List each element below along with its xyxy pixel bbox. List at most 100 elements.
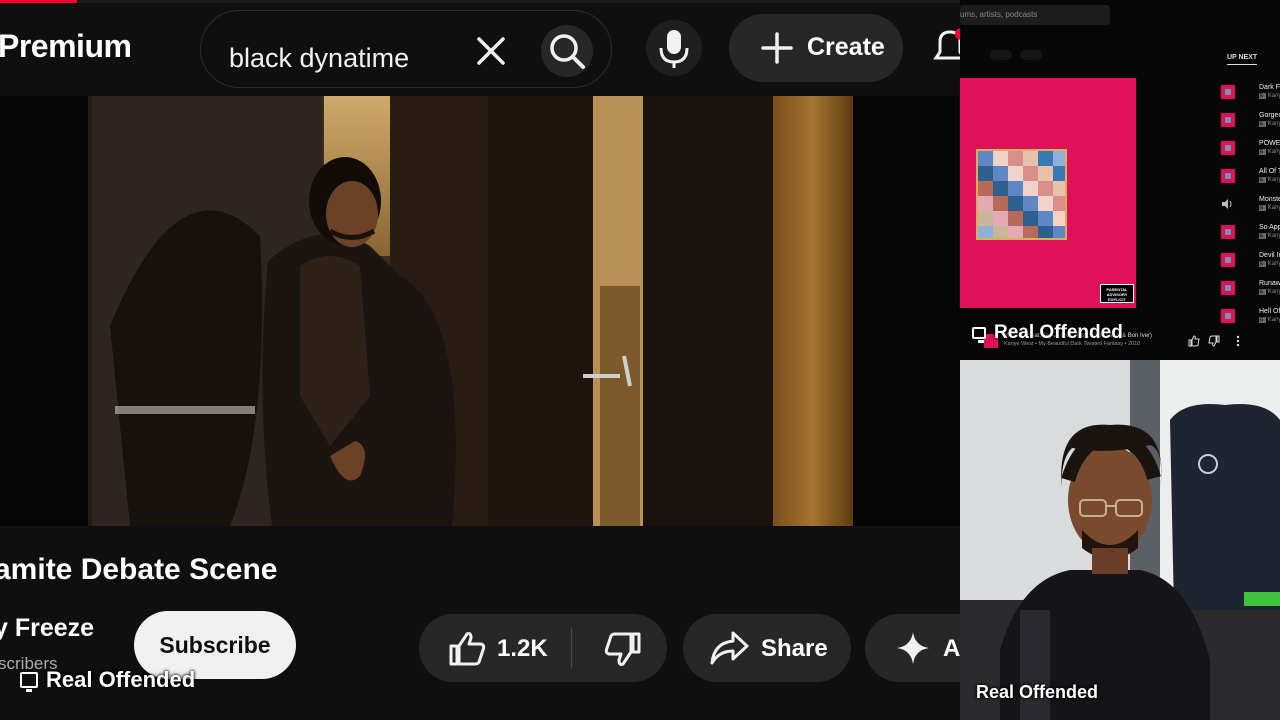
painting-pixel [1023, 151, 1039, 167]
page-load-bar [0, 0, 960, 3]
painting-pixel [1038, 181, 1054, 197]
queue-item-title: So Appalled [1259, 224, 1280, 231]
like-dislike-group: 1.2K [419, 614, 667, 682]
share-label: Share [761, 635, 828, 662]
queue-item-title: POWER [1259, 140, 1280, 147]
like-count: 1.2K [497, 635, 548, 662]
painting-pixel [1053, 196, 1065, 212]
display-icon [972, 327, 986, 343]
filter-chip[interactable] [990, 50, 1013, 60]
queue-thumbnail [1221, 141, 1235, 155]
painting-pixel [1008, 226, 1024, 238]
cam-label: Real Offended [976, 682, 1099, 702]
painting-pixel [1053, 226, 1065, 238]
cam-source-overlay: Real Offended [976, 682, 1098, 703]
queue-thumbnail [1221, 253, 1235, 267]
search-box[interactable]: black dynatime [200, 10, 612, 88]
painting-pixel [1038, 211, 1054, 227]
queue-thumbnail [1221, 281, 1235, 295]
painting-pixel [1053, 151, 1065, 167]
search-input[interactable]: black dynatime [229, 43, 409, 74]
queue-item[interactable]: Gorgeous (f Kanye W [1216, 106, 1280, 134]
queue-item-artist: Kanye W [1259, 261, 1280, 267]
create-button[interactable]: Create [729, 14, 903, 82]
painting-pixel [993, 196, 1009, 212]
painting-pixel [1038, 166, 1054, 182]
youtube-window: Premium black dynatime Create amite Deba… [0, 0, 960, 720]
webcam-feed: Real Offended [960, 360, 1280, 720]
microphone-icon [659, 30, 689, 68]
queue-item[interactable]: Hell Of A Lif Kanye W [1216, 302, 1280, 330]
queue-item-artist: Kanye W [1259, 149, 1280, 155]
thumbs-up-icon[interactable] [1188, 335, 1200, 347]
plus-icon [761, 32, 793, 64]
painting-pixel [978, 181, 994, 197]
share-arrow-icon [710, 631, 749, 665]
webcam-image [960, 360, 1280, 720]
channel-name[interactable]: y Freeze [0, 614, 94, 643]
music-player-window: ums, artists, podcasts PARENTAL ADVISORY E… [960, 0, 1280, 360]
parental-advisory-badge: PARENTAL ADVISORY EXPLICIT [1100, 284, 1134, 303]
more-options-icon[interactable] [1232, 335, 1244, 347]
painting-pixel [993, 181, 1009, 197]
painting-pixel [1008, 211, 1024, 227]
queue-item[interactable]: All Of The L Kanye W [1216, 162, 1280, 190]
queue-item-title: Hell Of A Lif [1259, 308, 1280, 315]
painting-pixel [1053, 166, 1065, 182]
queue-item-artist: Kanye W [1259, 317, 1280, 323]
youtube-source-overlay: Real Offended [20, 667, 195, 693]
video-title: amite Debate Scene [0, 553, 278, 586]
painting-pixel [1053, 181, 1065, 197]
youtube-source-label: Real Offended [46, 667, 196, 692]
painting-pixel [978, 151, 994, 167]
queue-item-title: Devil In A N [1259, 252, 1280, 259]
speaker-icon [1222, 199, 1232, 209]
painting-pixel [1023, 226, 1039, 238]
thumbs-down-icon[interactable] [1208, 335, 1220, 347]
queue-item-artist: Kanye W [1259, 289, 1280, 295]
clear-search-icon[interactable] [471, 31, 511, 71]
painting-pixel [978, 166, 994, 182]
queue-item-artist: Kanye W [1259, 233, 1280, 239]
queue-item-title: Gorgeous (f [1259, 112, 1280, 119]
queue-thumbnail [1221, 85, 1235, 99]
painting-pixel [1008, 196, 1024, 212]
filter-chip[interactable] [1020, 50, 1043, 60]
queue-thumbnail [1221, 113, 1235, 127]
queue-item-artist: Kanye W [1259, 177, 1280, 183]
display-icon [20, 672, 38, 692]
share-button[interactable]: Share [683, 614, 851, 682]
queue-item-title: Monster (fe [1259, 196, 1280, 203]
album-painting [976, 149, 1067, 240]
queue-item[interactable]: Dark Fantas Kanye W [1216, 78, 1280, 106]
queue-item[interactable]: POWER Kanye W [1216, 134, 1280, 162]
painting-pixel [1008, 151, 1024, 167]
queue-item[interactable]: Runaway (fe Kanye W [1216, 274, 1280, 302]
video-frame [0, 96, 960, 526]
thumbs-down-icon[interactable] [603, 630, 643, 670]
create-label: Create [807, 33, 885, 61]
thumbs-up-icon[interactable] [447, 628, 487, 668]
queue-item-artist: Kanye W [1259, 93, 1280, 99]
queue-item[interactable]: So Appalled Kanye W [1216, 218, 1280, 246]
painting-pixel [1038, 226, 1054, 238]
queue-item-title: Dark Fantas [1259, 84, 1280, 91]
sparkle-icon [897, 632, 929, 664]
queue-item[interactable]: Devil In A N Kanye W [1216, 246, 1280, 274]
queue-item-title: All Of The L [1259, 168, 1280, 175]
search-button[interactable] [541, 25, 593, 77]
video-player[interactable] [0, 96, 960, 526]
queue-item[interactable]: Monster (fe Kanye W [1216, 190, 1280, 218]
painting-pixel [1038, 196, 1054, 212]
ask-button[interactable]: A [865, 614, 960, 682]
notifications-bell-icon[interactable] [930, 24, 960, 72]
painting-pixel [978, 196, 994, 212]
queue-item-artist: Kanye W [1259, 121, 1280, 127]
youtube-premium-logo[interactable]: Premium [0, 28, 132, 65]
painting-pixel [1023, 181, 1039, 197]
voice-search-button[interactable] [646, 20, 702, 76]
up-next-tab[interactable]: UP NEXT [1227, 54, 1258, 65]
filter-chips [990, 50, 1043, 60]
music-search-input[interactable]: ums, artists, podcasts [960, 5, 1110, 25]
painting-pixel [1053, 211, 1065, 227]
